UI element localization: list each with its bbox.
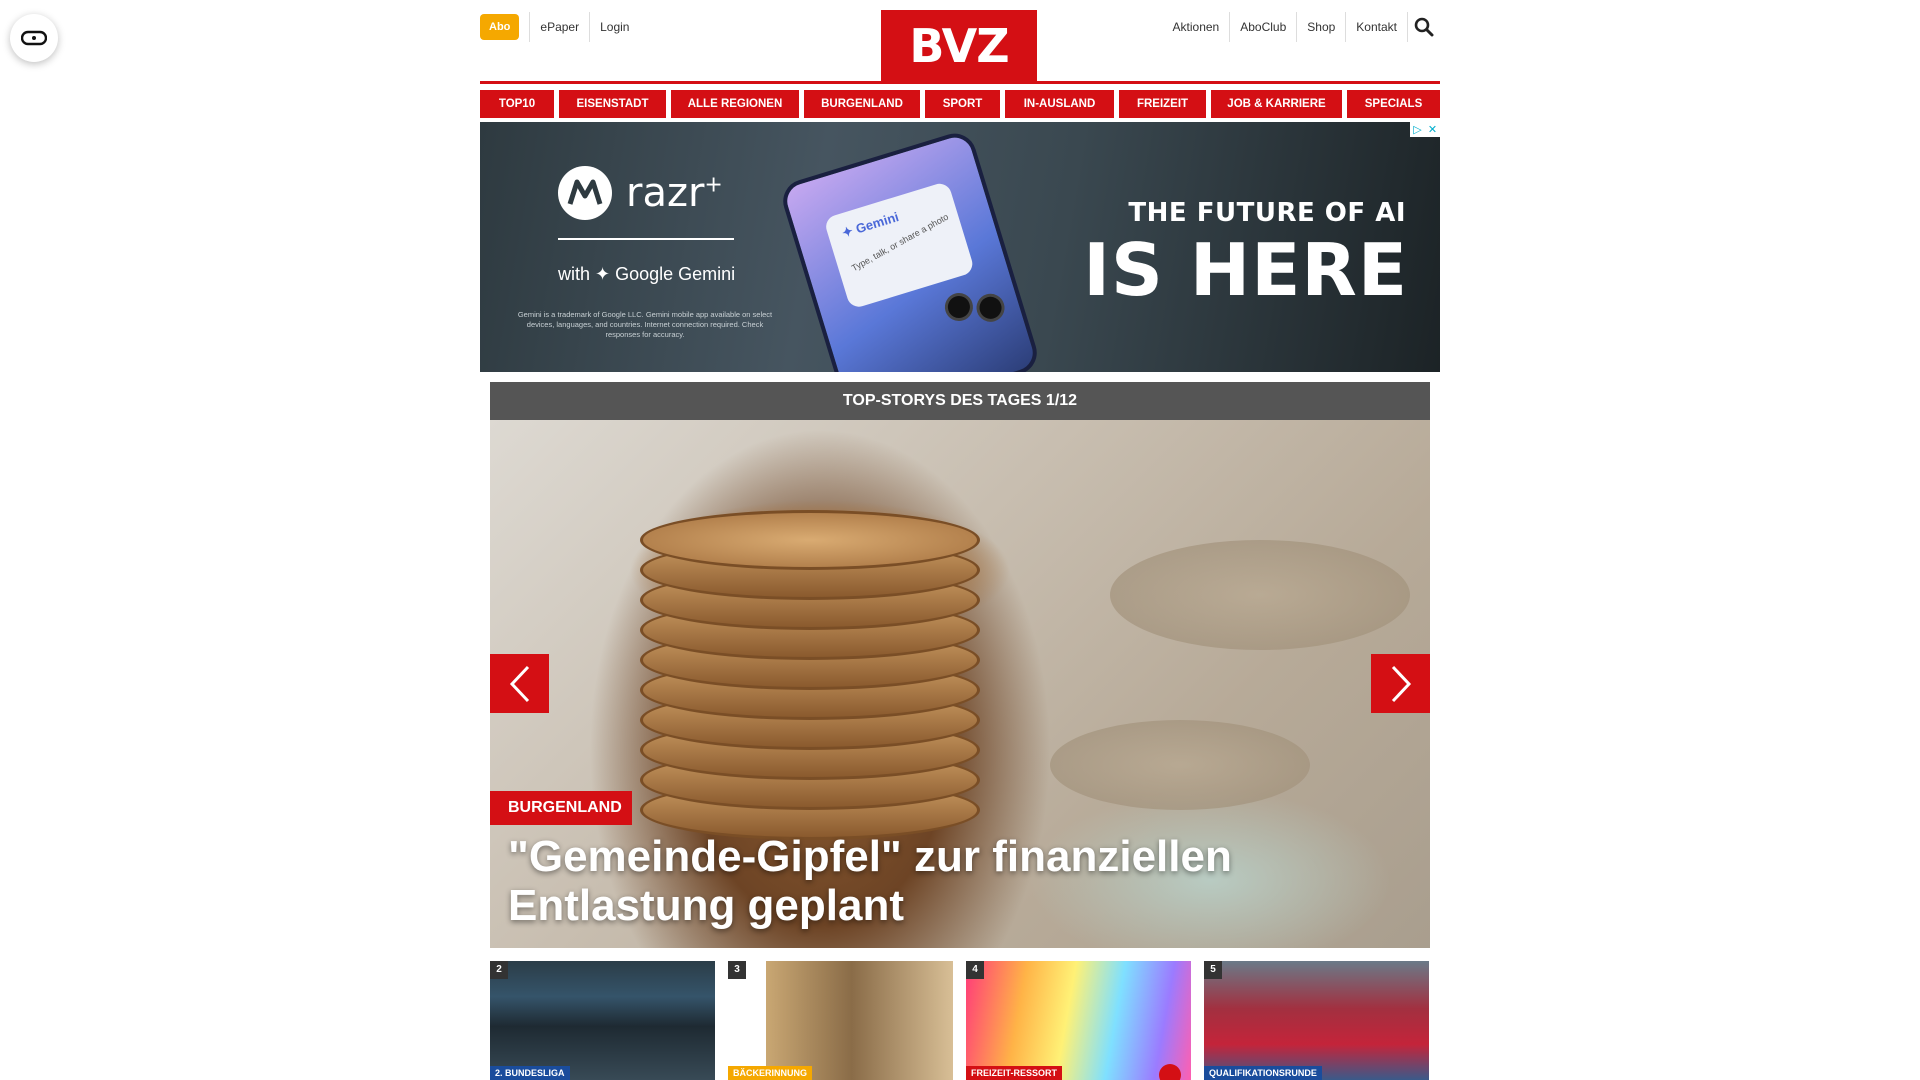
story-title[interactable]: "Gemeinde-Gipfel" zur finanziellen Entla… bbox=[508, 832, 1368, 930]
ad-phone-image: ✦ Gemini Type, talk, or share a photo bbox=[777, 128, 1043, 372]
story-thumbnails: 2 2. BUNDESLIGA 3 BÄCKERINNUNG 4 FREIZEI… bbox=[490, 961, 1430, 1080]
chevron-left-icon bbox=[509, 665, 529, 702]
page-container: Abo ePaper Login BVZ Aktionen AboClub Sh… bbox=[480, 0, 1440, 948]
top-stories-slider: TOP-STORYS DES TAGES 1/12 BURGENLAND "Ge… bbox=[490, 382, 1430, 948]
phone-app-label: ✦ Gemini bbox=[840, 209, 901, 241]
aktionen-link[interactable]: Aktionen bbox=[1163, 12, 1231, 42]
ad-divider bbox=[558, 238, 734, 240]
nav-item-job-karriere[interactable]: JOB & KARRIERE bbox=[1211, 90, 1342, 118]
background-coin bbox=[1110, 540, 1410, 650]
kontakt-link[interactable]: Kontakt bbox=[1346, 12, 1408, 42]
ad-fineprint: Gemini is a trademark of Google LLC. Gem… bbox=[517, 310, 773, 339]
epaper-link[interactable]: ePaper bbox=[529, 12, 589, 42]
nav-item-in-ausland[interactable]: IN-AUSLAND bbox=[1005, 90, 1114, 118]
ad-close-icon[interactable]: ✕ bbox=[1425, 122, 1440, 137]
search-button[interactable] bbox=[1408, 12, 1440, 42]
slider-next-button[interactable] bbox=[1371, 654, 1430, 713]
thumbnail-number: 4 bbox=[966, 961, 984, 979]
nav-item-eisenstadt[interactable]: EISENSTADT bbox=[559, 90, 666, 118]
chevron-right-icon bbox=[1391, 665, 1411, 702]
background-coin bbox=[1050, 720, 1310, 810]
site-header: Abo ePaper Login BVZ Aktionen AboClub Sh… bbox=[480, 0, 1440, 84]
bvz-logo[interactable]: BVZ bbox=[881, 10, 1037, 82]
nav-item-specials[interactable]: SPECIALS bbox=[1347, 90, 1440, 118]
header-right-links: Aktionen AboClub Shop Kontakt bbox=[1163, 12, 1440, 42]
ad-brand-lockup: razr+ bbox=[558, 166, 723, 220]
thumbnail-category: QUALIFIKATIONSRUNDE bbox=[1204, 1066, 1322, 1080]
thumbnail-number: 3 bbox=[728, 961, 746, 979]
story-thumbnail[interactable]: 2 2. BUNDESLIGA bbox=[490, 961, 715, 1080]
login-link[interactable]: Login bbox=[589, 12, 639, 42]
ad-banner[interactable]: ▷ ✕ razr+ with ✦ Google Gemini Gemini is… bbox=[480, 122, 1440, 372]
camera-icon bbox=[1159, 1064, 1181, 1080]
shop-link[interactable]: Shop bbox=[1297, 12, 1347, 42]
abo-button[interactable]: Abo bbox=[480, 14, 520, 40]
phone-camera-icon bbox=[973, 290, 1009, 326]
thumbnail-category: 2. BUNDESLIGA bbox=[490, 1066, 570, 1080]
slider-prev-button[interactable] bbox=[490, 654, 549, 713]
ad-brand-name: razr+ bbox=[626, 170, 723, 216]
ad-headline-large: IS HERE bbox=[1083, 228, 1408, 312]
coin-stack-image bbox=[640, 480, 980, 840]
thumbnail-number: 5 bbox=[1204, 961, 1222, 979]
aboclub-link[interactable]: AboClub bbox=[1230, 12, 1298, 42]
story-thumbnail[interactable]: 5 QUALIFIKATIONSRUNDE bbox=[1204, 961, 1429, 1080]
thumbnail-category: BÄCKERINNUNG bbox=[728, 1066, 812, 1080]
nav-item-sport[interactable]: SPORT bbox=[925, 90, 1000, 118]
phone-screen: ✦ Gemini Type, talk, or share a photo bbox=[823, 180, 976, 310]
story-thumbnail[interactable]: 3 BÄCKERINNUNG bbox=[728, 961, 953, 1080]
thumbnail-category: FREIZEIT-RESSORT bbox=[966, 1066, 1063, 1080]
story-category-badge[interactable]: BURGENLAND bbox=[490, 791, 632, 825]
thumbnail-number: 2 bbox=[490, 961, 508, 979]
nav-item-burgenland[interactable]: BURGENLAND bbox=[804, 90, 920, 118]
header-left-links: Abo ePaper Login bbox=[480, 12, 639, 42]
top-story-slide[interactable]: BURGENLAND "Gemeinde-Gipfel" zur finanzi… bbox=[490, 420, 1430, 948]
ad-partner-text: with ✦ Google Gemini bbox=[558, 264, 736, 284]
phone-camera-icon bbox=[941, 289, 977, 325]
main-navigation: TOP10 EISENSTADT ALLE REGIONEN BURGENLAN… bbox=[480, 90, 1440, 118]
search-icon bbox=[1414, 17, 1434, 37]
story-thumbnail[interactable]: 4 FREIZEIT-RESSORT bbox=[966, 961, 1191, 1080]
ad-choices-badge[interactable]: ▷ ✕ bbox=[1410, 122, 1440, 137]
nav-item-alle-regionen[interactable]: ALLE REGIONEN bbox=[671, 90, 799, 118]
accessibility-icon bbox=[21, 30, 47, 46]
top-stories-header: TOP-STORYS DES TAGES 1/12 bbox=[490, 382, 1430, 420]
motorola-logo-icon bbox=[558, 166, 612, 220]
ad-headline-small: THE FUTURE OF AI bbox=[1128, 198, 1406, 228]
ad-info-icon[interactable]: ▷ bbox=[1410, 122, 1425, 137]
nav-item-freizeit[interactable]: FREIZEIT bbox=[1119, 90, 1206, 118]
accessibility-toggle-button[interactable] bbox=[10, 14, 58, 62]
nav-item-top10[interactable]: TOP10 bbox=[480, 90, 554, 118]
